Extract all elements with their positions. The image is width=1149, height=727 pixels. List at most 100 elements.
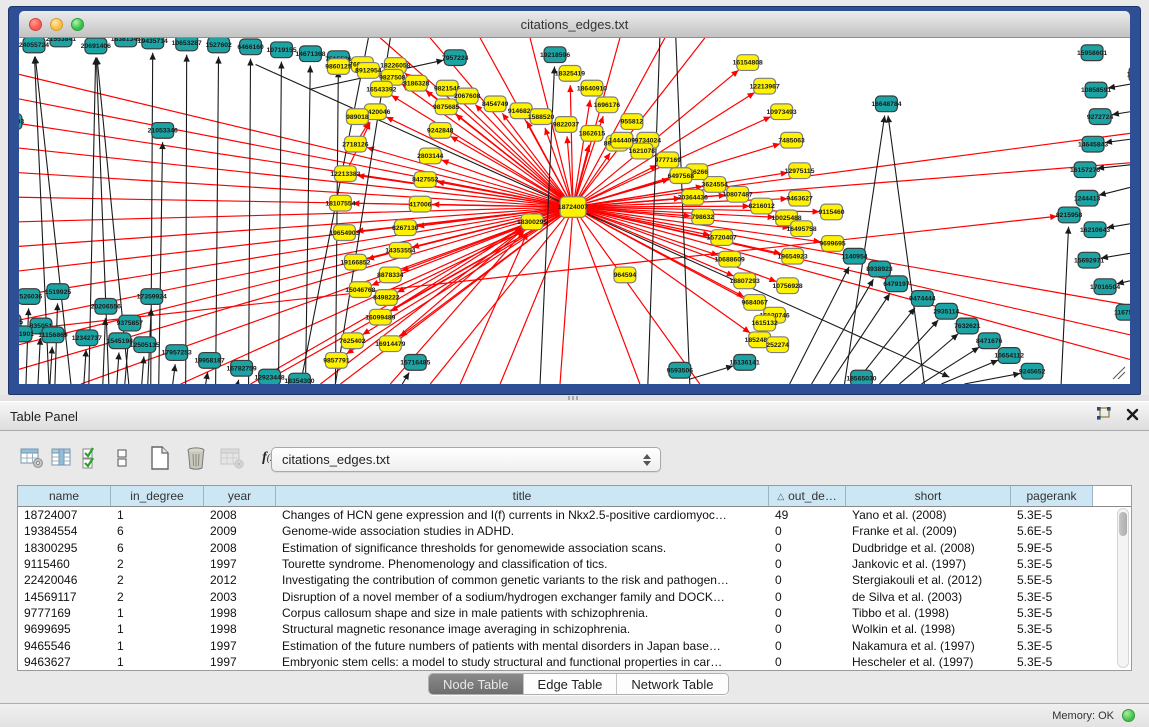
zoom-window-button[interactable] [71, 18, 84, 31]
citation-edge-black[interactable] [879, 320, 938, 384]
network-canvas[interactable]: 2405572421553841206914061838134519435714… [19, 38, 1130, 384]
table-row[interactable]: 1456911722003Disruption of a novel membe… [18, 588, 1131, 604]
table-settings-icon [20, 447, 44, 469]
cell-in_degree: 1 [111, 639, 204, 653]
citation-edge-black[interactable] [941, 360, 998, 384]
cell-title: Genome-wide association studies in ADHD. [276, 524, 769, 538]
select-rows-button[interactable] [77, 443, 107, 473]
cell-name: 9463627 [18, 655, 111, 669]
table-row[interactable]: 946554611997Estimation of the future num… [18, 637, 1131, 653]
table-row[interactable]: 969969511998Structural magnetic resonanc… [18, 621, 1131, 637]
node-label: 9699695 [819, 241, 846, 248]
citation-edge-black[interactable] [964, 373, 1020, 384]
column-header-title[interactable]: title [276, 486, 769, 506]
cell-pagerank: 5.3E-5 [1011, 622, 1093, 636]
vertical-scrollbar[interactable] [1117, 508, 1129, 668]
column-header-short[interactable]: short [846, 486, 1011, 506]
table-row[interactable]: 2242004622012Investigating the contribut… [18, 572, 1131, 588]
citation-edge-black[interactable] [38, 338, 40, 384]
citation-edge-black[interactable] [921, 347, 979, 384]
node-label: 2935114 [933, 308, 959, 315]
node-label: 16648784 [871, 101, 901, 108]
node-label: 19218596 [540, 52, 570, 59]
tab-edge-table[interactable]: Edge Table [524, 674, 618, 694]
cell-year: 1997 [204, 655, 276, 669]
node-label: 9245652 [1019, 368, 1046, 375]
close-window-button[interactable] [29, 18, 42, 31]
citation-network-graph[interactable]: 2405572421553841206914061838134519435714… [19, 38, 1130, 384]
node-label: 16914479 [375, 341, 405, 348]
edge-arrowhead [442, 159, 450, 165]
scrollbar-thumb[interactable] [1119, 512, 1127, 536]
citation-edge-black[interactable] [888, 116, 924, 384]
memory-ok-indicator[interactable] [1122, 709, 1135, 722]
edge-arrowhead [403, 373, 409, 381]
citation-edge-black[interactable] [676, 38, 690, 384]
column-header-pagerank[interactable]: pagerank [1011, 486, 1093, 506]
node-label: 19654903 [329, 230, 359, 237]
node-label: 18640910 [577, 85, 607, 92]
edge-arrowhead [102, 318, 108, 325]
splitter-grip[interactable] [568, 396, 580, 400]
column-header-in_degree[interactable]: in_degree [111, 486, 204, 506]
minimize-window-button[interactable] [50, 18, 63, 31]
trash-icon [184, 446, 208, 470]
node-label: 3911901 [19, 331, 34, 338]
row-height-button[interactable] [107, 443, 137, 473]
citation-edge-red[interactable] [19, 207, 573, 345]
node-label: 9375857 [117, 320, 144, 327]
citation-edge-black[interactable] [249, 59, 251, 384]
node-label: 16782759 [227, 365, 257, 372]
edge-arrowhead [564, 136, 570, 143]
delete-table-button[interactable] [181, 443, 211, 473]
node-label: 1140954 [841, 253, 867, 260]
resize-grip-icon[interactable] [1110, 364, 1126, 380]
node-label: 3611945 [19, 319, 23, 326]
node-label: 8498222 [373, 295, 400, 302]
close-panel-icon[interactable] [1126, 408, 1139, 421]
citation-edge-black[interactable] [55, 303, 58, 384]
citation-edge-black[interactable] [1061, 227, 1068, 384]
node-label: 12213967 [750, 83, 780, 90]
import-table-button-disabled[interactable] [217, 443, 247, 473]
cell-year: 2008 [204, 508, 276, 522]
citation-edge-red[interactable] [573, 207, 776, 282]
table-row[interactable]: 946362711997Embryonic stem cells: a mode… [18, 654, 1131, 670]
cell-name: 18300295 [18, 541, 111, 555]
table-selector-dropdown[interactable]: citations_edges.txt [271, 447, 661, 472]
new-table-button[interactable] [145, 443, 175, 473]
float-panel-icon[interactable] [1096, 407, 1112, 421]
node-label: 12923448 [254, 374, 284, 381]
table-row[interactable]: 1830029562008Estimation of significance … [18, 540, 1131, 556]
edge-arrowhead [604, 153, 611, 160]
show-column-button[interactable] [47, 443, 77, 473]
column-header-out_de[interactable]: △out_de… [769, 486, 846, 506]
node-table[interactable]: namein_degreeyeartitle△out_de…shortpager… [17, 485, 1132, 671]
cell-out_de: 0 [769, 524, 846, 538]
tab-node-table[interactable]: Node Table [429, 674, 524, 694]
node-label: 1167533 [1114, 309, 1130, 316]
column-header-year[interactable]: year [204, 486, 276, 506]
citation-edge-black[interactable] [186, 55, 187, 384]
citation-edge-black[interactable] [279, 62, 282, 384]
table-row[interactable]: 911546021997Tourette syndrome. Phenomeno… [18, 556, 1131, 572]
cell-out_de: 0 [769, 606, 846, 620]
edge-arrowhead [234, 380, 240, 384]
network-titlebar[interactable]: citations_edges.txt [19, 11, 1130, 38]
node-label: 18724007 [558, 204, 588, 211]
citation-edge-black[interactable] [26, 308, 29, 384]
table-settings-button[interactable] [17, 443, 47, 473]
column-header-name[interactable]: name [18, 486, 111, 506]
edge-arrowhead [742, 326, 750, 333]
citation-edge-black[interactable] [103, 318, 106, 384]
node-label: 19435714 [138, 38, 168, 45]
citation-edge-red[interactable] [573, 207, 700, 384]
citation-edge-red[interactable] [19, 207, 573, 369]
table-row[interactable]: 1872400712008Changes of HCN gene express… [18, 507, 1131, 523]
citation-edge-red[interactable] [573, 207, 750, 333]
table-row[interactable]: 1938455462009Genome-wide association stu… [18, 523, 1131, 539]
node-label: 1588520 [528, 114, 555, 121]
node-label: 18107554 [325, 200, 355, 207]
tab-network-table[interactable]: Network Table [617, 674, 727, 694]
table-row[interactable]: 977716911998Corpus callosum shape and si… [18, 605, 1131, 621]
